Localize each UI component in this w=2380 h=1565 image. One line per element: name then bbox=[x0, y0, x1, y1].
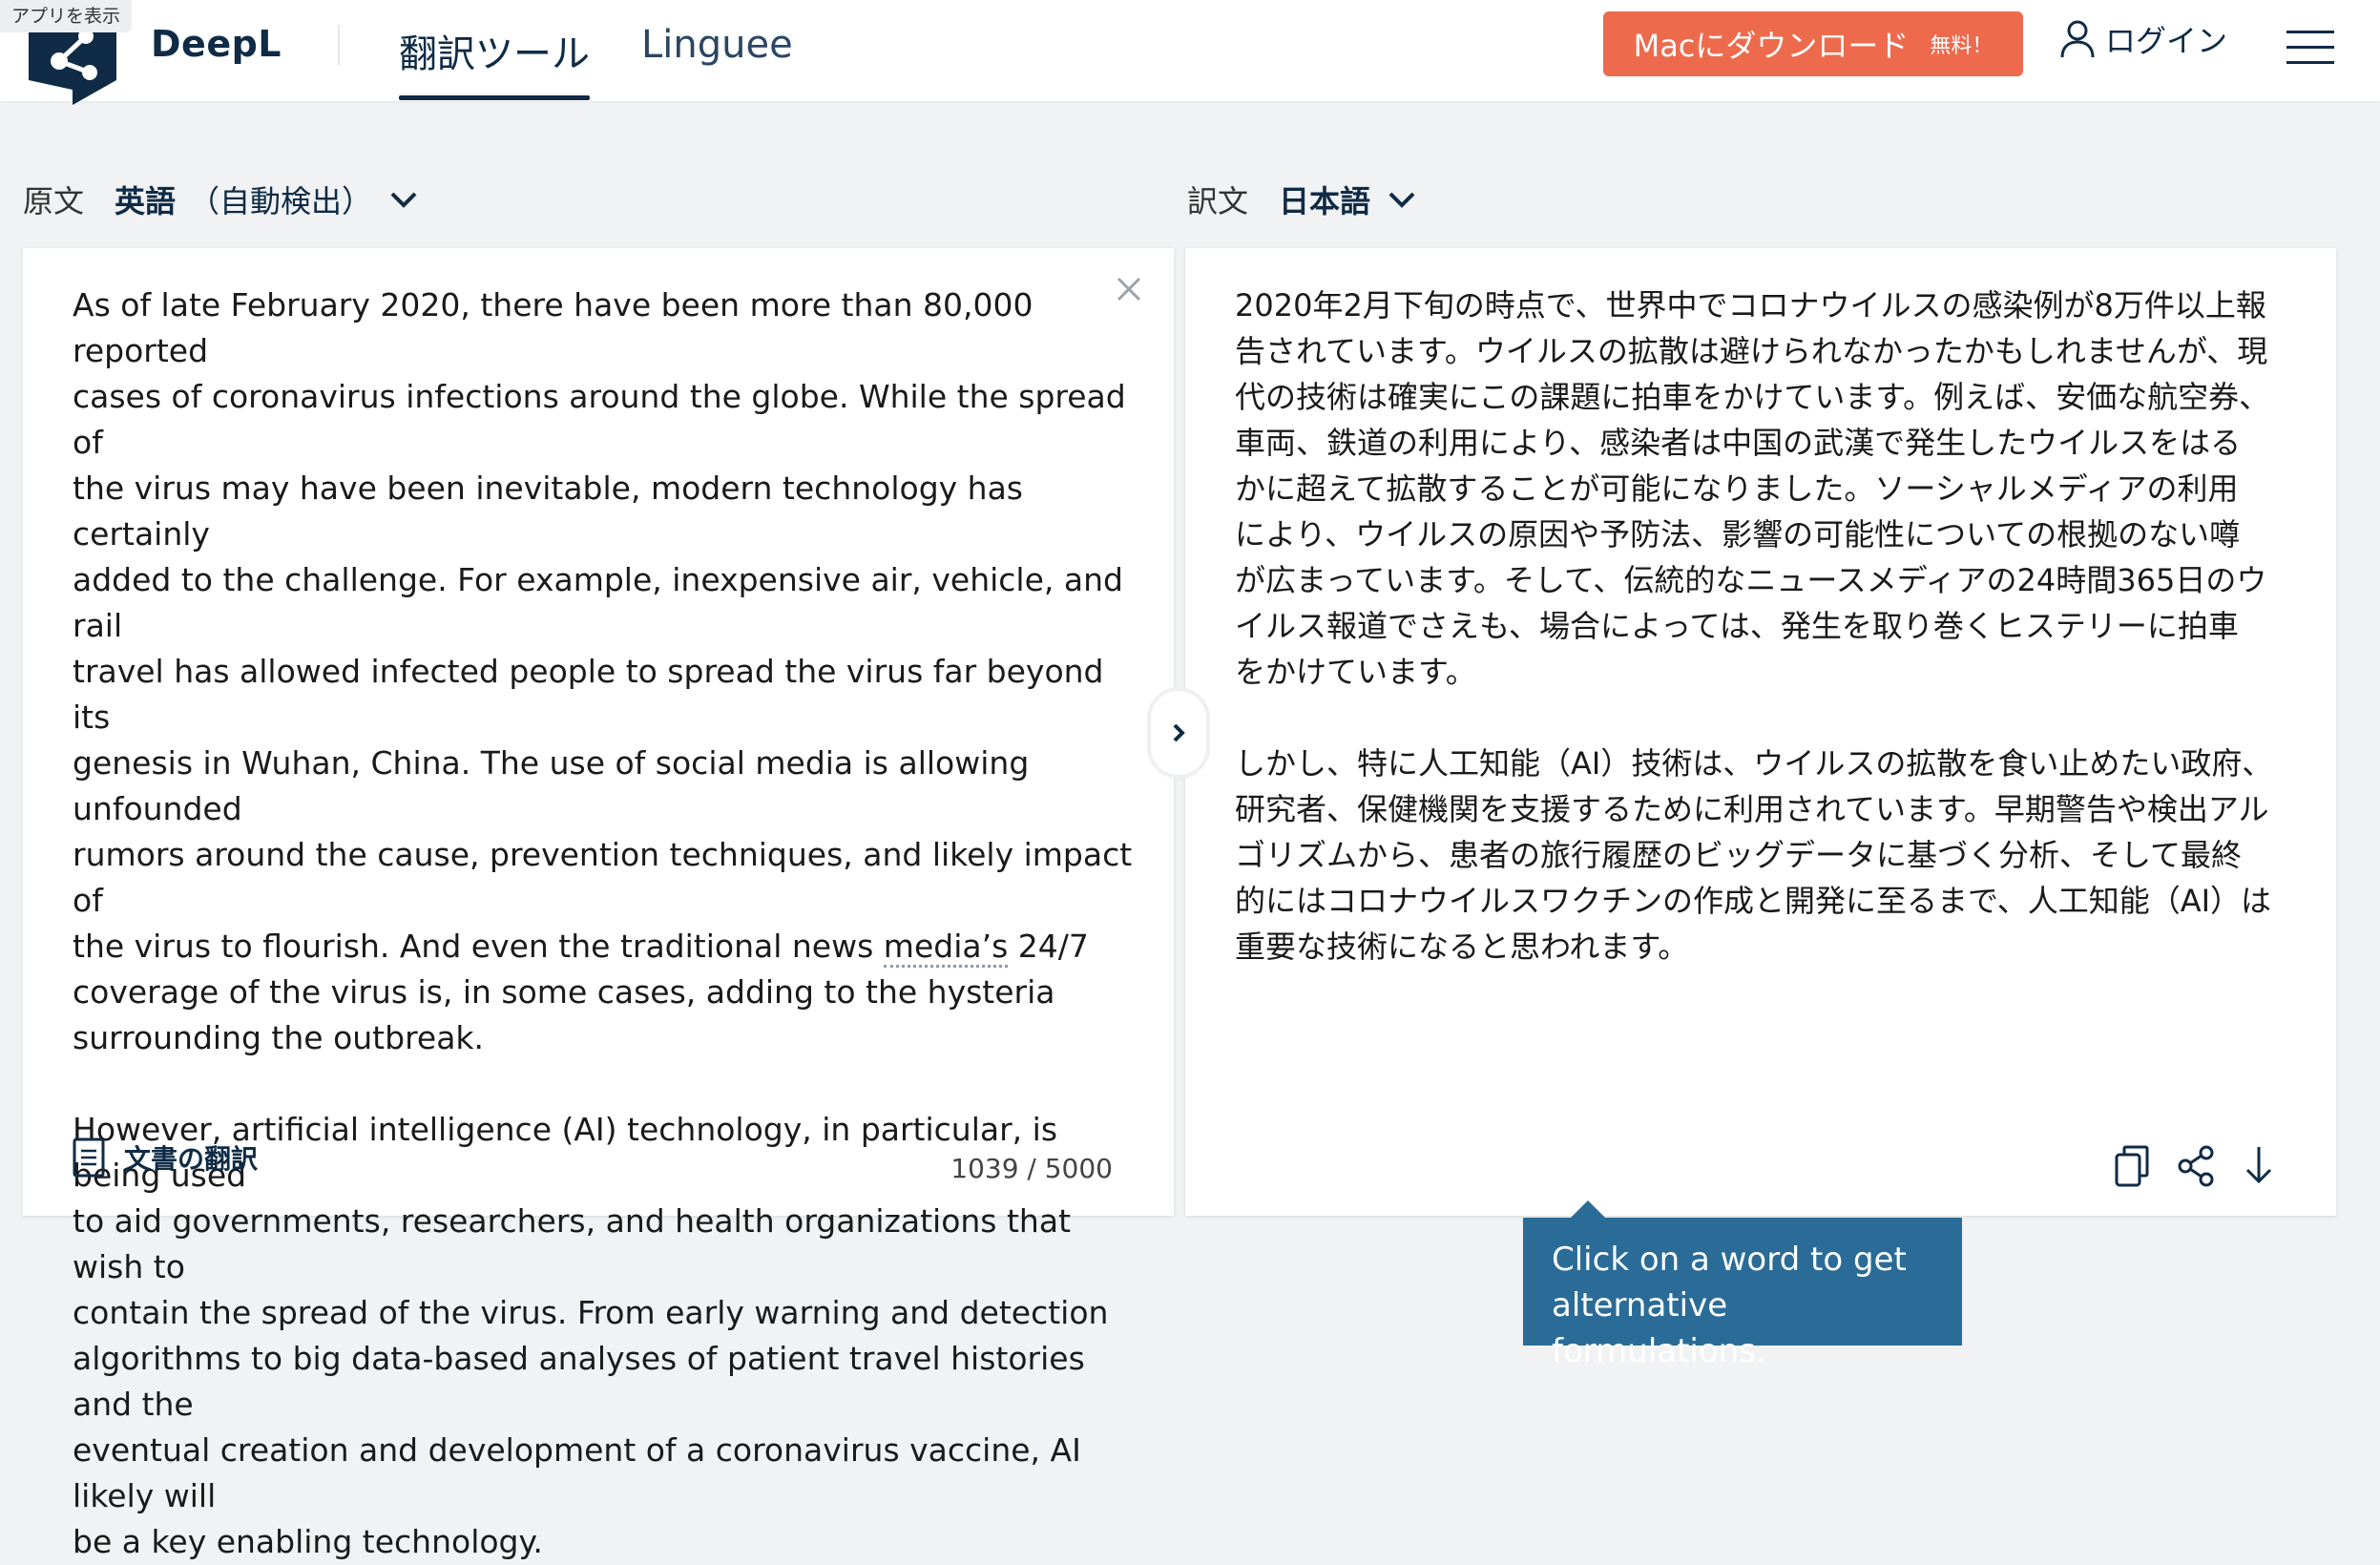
source-language-bar: 原文 英語 （自動検出） bbox=[23, 177, 420, 221]
download-icon[interactable] bbox=[2239, 1143, 2279, 1189]
document-icon bbox=[73, 1137, 105, 1178]
header-divider bbox=[338, 25, 340, 65]
source-language-select[interactable]: 英語 bbox=[115, 177, 176, 221]
swap-handle[interactable] bbox=[1151, 691, 1206, 775]
source-panel: As of late February 2020, there have bee… bbox=[23, 248, 1174, 1560]
spell-suggestion-word[interactable]: media’s bbox=[883, 928, 1009, 968]
source-text-input[interactable]: As of late February 2020, there have bee… bbox=[73, 282, 1141, 1565]
tab-translator[interactable]: 翻訳ツール bbox=[399, 23, 590, 100]
chevron-down-icon[interactable] bbox=[387, 183, 420, 216]
target-panel: 2020年2月下旬の時点で、世界中でコロナウイルスの感染例が8万件以上報 告され… bbox=[1185, 248, 2336, 1216]
target-language-select[interactable]: 日本語 bbox=[1279, 177, 1370, 221]
source-text-part: 24/7 coverage of the virus is, in some c… bbox=[73, 928, 1109, 1560]
translated-text[interactable]: 2020年2月下旬の時点で、世界中でコロナウイルスの感染例が8万件以上報 告され… bbox=[1235, 282, 2294, 970]
translate-document-button[interactable]: 文書の翻訳 bbox=[73, 1137, 258, 1178]
tab-linguee[interactable]: Linguee bbox=[641, 23, 793, 99]
user-icon bbox=[2060, 20, 2095, 58]
login-button[interactable]: ログイン bbox=[2059, 17, 2227, 61]
hamburger-menu-icon[interactable] bbox=[2286, 29, 2334, 67]
target-label: 訳文 bbox=[1187, 183, 1249, 219]
show-app-badge[interactable]: アプリを表示 bbox=[0, 0, 133, 32]
source-label: 原文 bbox=[23, 183, 85, 219]
target-toolbar bbox=[2113, 1143, 2279, 1189]
download-mac-button[interactable]: Macにダウンロード 無料！ bbox=[1603, 11, 2023, 76]
source-text-part: As of late February 2020, there have bee… bbox=[73, 286, 1133, 965]
copy-icon[interactable] bbox=[2113, 1143, 2153, 1189]
chevron-down-icon[interactable] bbox=[1386, 183, 1418, 216]
chevron-right-icon bbox=[1173, 723, 1185, 742]
top-header: アプリを表示 DeepL 翻訳ツール Linguee Macにダウンロード 無料… bbox=[0, 0, 2380, 105]
tooltip-text: Click on a word to get alternative formu… bbox=[1552, 1241, 1907, 1370]
share-icon[interactable] bbox=[2176, 1143, 2216, 1189]
translate-document-label: 文書の翻訳 bbox=[124, 1143, 259, 1175]
login-label: ログイン bbox=[2105, 23, 2228, 59]
download-free-label: 無料！ bbox=[1930, 34, 1994, 58]
alternatives-tooltip: Click on a word to get alternative formu… bbox=[1523, 1200, 1962, 1370]
auto-detect-label[interactable]: （自動検出） bbox=[189, 177, 372, 221]
character-count: 1039 / 5000 bbox=[950, 1153, 1113, 1184]
brand-name[interactable]: DeepL bbox=[151, 23, 282, 65]
target-language-bar: 訳文 日本語 bbox=[1187, 177, 1418, 221]
close-icon[interactable] bbox=[1113, 273, 1145, 305]
download-label: Macにダウンロード bbox=[1633, 28, 1910, 64]
